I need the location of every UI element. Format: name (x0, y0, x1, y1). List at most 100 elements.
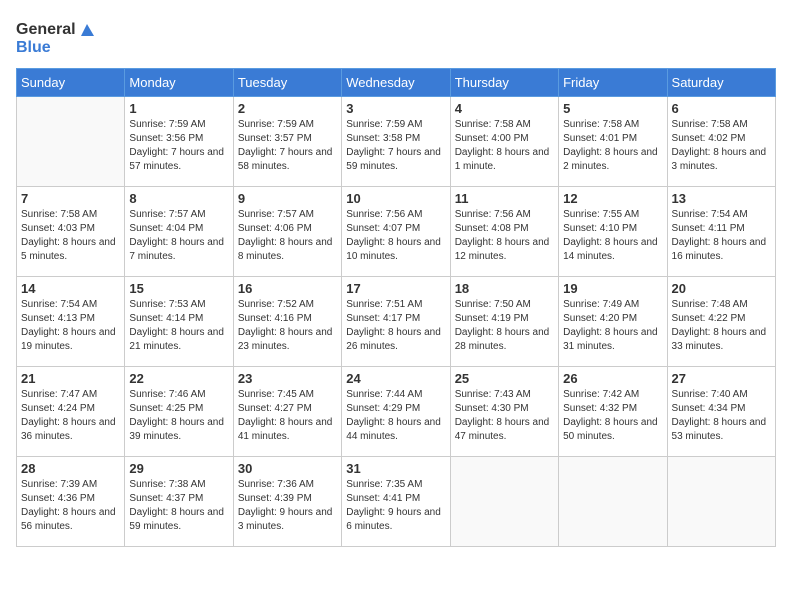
day-info: Sunrise: 7:50 AM Sunset: 4:19 PM Dayligh… (455, 298, 554, 354)
day-number: 3 (346, 101, 445, 116)
calendar-cell: 23 Sunrise: 7:45 AM Sunset: 4:27 PM Dayli… (233, 367, 341, 457)
day-info: Sunrise: 7:51 AM Sunset: 4:17 PM Dayligh… (346, 298, 445, 354)
day-info: Sunrise: 7:36 AM Sunset: 4:39 PM Dayligh… (238, 478, 337, 534)
logo-svg: GeneralBlue (16, 16, 96, 58)
day-number: 17 (346, 281, 445, 296)
calendar-cell: 20 Sunrise: 7:48 AM Sunset: 4:22 PM Dayli… (667, 277, 775, 367)
calendar-cell: 14 Sunrise: 7:54 AM Sunset: 4:13 PM Dayli… (17, 277, 125, 367)
calendar-cell: 29 Sunrise: 7:38 AM Sunset: 4:37 PM Dayli… (125, 457, 233, 547)
week-row-3: 21 Sunrise: 7:47 AM Sunset: 4:24 PM Dayli… (17, 367, 776, 457)
day-number: 18 (455, 281, 554, 296)
calendar-cell: 15 Sunrise: 7:53 AM Sunset: 4:14 PM Dayli… (125, 277, 233, 367)
day-number: 15 (129, 281, 228, 296)
day-info: Sunrise: 7:53 AM Sunset: 4:14 PM Dayligh… (129, 298, 228, 354)
calendar-cell: 2 Sunrise: 7:59 AM Sunset: 3:57 PM Daylig… (233, 97, 341, 187)
day-info: Sunrise: 7:54 AM Sunset: 4:13 PM Dayligh… (21, 298, 120, 354)
week-row-1: 7 Sunrise: 7:58 AM Sunset: 4:03 PM Daylig… (17, 187, 776, 277)
day-number: 30 (238, 461, 337, 476)
day-info: Sunrise: 7:58 AM Sunset: 4:02 PM Dayligh… (672, 118, 771, 174)
day-number: 19 (563, 281, 662, 296)
day-number: 29 (129, 461, 228, 476)
day-info: Sunrise: 7:45 AM Sunset: 4:27 PM Dayligh… (238, 388, 337, 444)
calendar-cell: 5 Sunrise: 7:58 AM Sunset: 4:01 PM Daylig… (559, 97, 667, 187)
day-number: 14 (21, 281, 120, 296)
day-info: Sunrise: 7:43 AM Sunset: 4:30 PM Dayligh… (455, 388, 554, 444)
day-info: Sunrise: 7:44 AM Sunset: 4:29 PM Dayligh… (346, 388, 445, 444)
day-info: Sunrise: 7:42 AM Sunset: 4:32 PM Dayligh… (563, 388, 662, 444)
day-number: 31 (346, 461, 445, 476)
calendar-cell: 4 Sunrise: 7:58 AM Sunset: 4:00 PM Daylig… (450, 97, 558, 187)
calendar-cell: 19Sunrise: 7:49 AM Sunset: 4:20 PM Dayli… (559, 277, 667, 367)
day-number: 8 (129, 191, 228, 206)
weekday-header-row: SundayMondayTuesdayWednesdayThursdayFrid… (17, 69, 776, 97)
day-info: Sunrise: 7:40 AM Sunset: 4:34 PM Dayligh… (672, 388, 771, 444)
day-number: 28 (21, 461, 120, 476)
calendar-cell (450, 457, 558, 547)
weekday-header-tuesday: Tuesday (233, 69, 341, 97)
day-number: 9 (238, 191, 337, 206)
day-number: 27 (672, 371, 771, 386)
calendar-cell: 17 Sunrise: 7:51 AM Sunset: 4:17 PM Dayli… (342, 277, 450, 367)
day-info: Sunrise: 7:39 AM Sunset: 4:36 PM Dayligh… (21, 478, 120, 534)
day-info: Sunrise: 7:52 AM Sunset: 4:16 PM Dayligh… (238, 298, 337, 354)
day-info: Sunrise: 7:59 AM Sunset: 3:58 PM Dayligh… (346, 118, 445, 174)
calendar-cell: 10 Sunrise: 7:56 AM Sunset: 4:07 PM Dayli… (342, 187, 450, 277)
day-info: Sunrise: 7:38 AM Sunset: 4:37 PM Dayligh… (129, 478, 228, 534)
day-info: Sunrise: 7:58 AM Sunset: 4:00 PM Dayligh… (455, 118, 554, 174)
day-info: Sunrise: 7:47 AM Sunset: 4:24 PM Dayligh… (21, 388, 120, 444)
day-number: 22 (129, 371, 228, 386)
day-info: Sunrise: 7:56 AM Sunset: 4:07 PM Dayligh… (346, 208, 445, 264)
day-info: Sunrise: 7:54 AM Sunset: 4:11 PM Dayligh… (672, 208, 771, 264)
day-number: 4 (455, 101, 554, 116)
calendar-cell: 22 Sunrise: 7:46 AM Sunset: 4:25 PM Dayli… (125, 367, 233, 457)
calendar-table: SundayMondayTuesdayWednesdayThursdayFrid… (16, 68, 776, 547)
day-number: 2 (238, 101, 337, 116)
day-info: Sunrise: 7:57 AM Sunset: 4:06 PM Dayligh… (238, 208, 337, 264)
day-number: 13 (672, 191, 771, 206)
calendar-cell: 8 Sunrise: 7:57 AM Sunset: 4:04 PM Daylig… (125, 187, 233, 277)
day-info: Sunrise: 7:57 AM Sunset: 4:04 PM Dayligh… (129, 208, 228, 264)
svg-text:General: General (16, 21, 76, 38)
day-info: Sunrise: 7:58 AM Sunset: 4:03 PM Dayligh… (21, 208, 120, 264)
day-number: 24 (346, 371, 445, 386)
calendar-cell: 30 Sunrise: 7:36 AM Sunset: 4:39 PM Dayli… (233, 457, 341, 547)
day-number: 7 (21, 191, 120, 206)
day-info: Sunrise: 7:48 AM Sunset: 4:22 PM Dayligh… (672, 298, 771, 354)
day-info: Sunrise: 7:59 AM Sunset: 3:56 PM Dayligh… (129, 118, 228, 174)
calendar-cell: 1 Sunrise: 7:59 AM Sunset: 3:56 PM Daylig… (125, 97, 233, 187)
day-info: Sunrise: 7:58 AM Sunset: 4:01 PM Dayligh… (563, 118, 662, 174)
day-number: 6 (672, 101, 771, 116)
calendar-cell: 18 Sunrise: 7:50 AM Sunset: 4:19 PM Dayli… (450, 277, 558, 367)
logo: GeneralBlue (16, 16, 96, 58)
day-number: 21 (21, 371, 120, 386)
calendar-cell: 25 Sunrise: 7:43 AM Sunset: 4:30 PM Dayli… (450, 367, 558, 457)
calendar-cell (667, 457, 775, 547)
week-row-0: 1 Sunrise: 7:59 AM Sunset: 3:56 PM Daylig… (17, 97, 776, 187)
week-row-4: 28 Sunrise: 7:39 AM Sunset: 4:36 PM Dayli… (17, 457, 776, 547)
day-info: Sunrise: 7:46 AM Sunset: 4:25 PM Dayligh… (129, 388, 228, 444)
calendar-cell: 6 Sunrise: 7:58 AM Sunset: 4:02 PM Daylig… (667, 97, 775, 187)
calendar-cell: 9 Sunrise: 7:57 AM Sunset: 4:06 PM Daylig… (233, 187, 341, 277)
week-row-2: 14 Sunrise: 7:54 AM Sunset: 4:13 PM Dayli… (17, 277, 776, 367)
day-number: 5 (563, 101, 662, 116)
calendar-cell: 3 Sunrise: 7:59 AM Sunset: 3:58 PM Daylig… (342, 97, 450, 187)
weekday-header-saturday: Saturday (667, 69, 775, 97)
calendar-cell: 31 Sunrise: 7:35 AM Sunset: 4:41 PM Dayli… (342, 457, 450, 547)
day-number: 10 (346, 191, 445, 206)
day-number: 23 (238, 371, 337, 386)
day-number: 16 (238, 281, 337, 296)
day-info: Sunrise: 7:59 AM Sunset: 3:57 PM Dayligh… (238, 118, 337, 174)
day-number: 20 (672, 281, 771, 296)
day-number: 1 (129, 101, 228, 116)
calendar-cell: 11Sunrise: 7:56 AM Sunset: 4:08 PM Dayli… (450, 187, 558, 277)
calendar-cell: 28 Sunrise: 7:39 AM Sunset: 4:36 PM Dayli… (17, 457, 125, 547)
day-info: Sunrise: 7:55 AM Sunset: 4:10 PM Dayligh… (563, 208, 662, 264)
calendar-cell: 24 Sunrise: 7:44 AM Sunset: 4:29 PM Dayli… (342, 367, 450, 457)
day-info: Sunrise: 7:35 AM Sunset: 4:41 PM Dayligh… (346, 478, 445, 534)
calendar-cell: 21 Sunrise: 7:47 AM Sunset: 4:24 PM Dayli… (17, 367, 125, 457)
weekday-header-sunday: Sunday (17, 69, 125, 97)
calendar-cell (17, 97, 125, 187)
calendar-cell: 26Sunrise: 7:42 AM Sunset: 4:32 PM Dayli… (559, 367, 667, 457)
calendar-cell: 7 Sunrise: 7:58 AM Sunset: 4:03 PM Daylig… (17, 187, 125, 277)
day-number: 25 (455, 371, 554, 386)
